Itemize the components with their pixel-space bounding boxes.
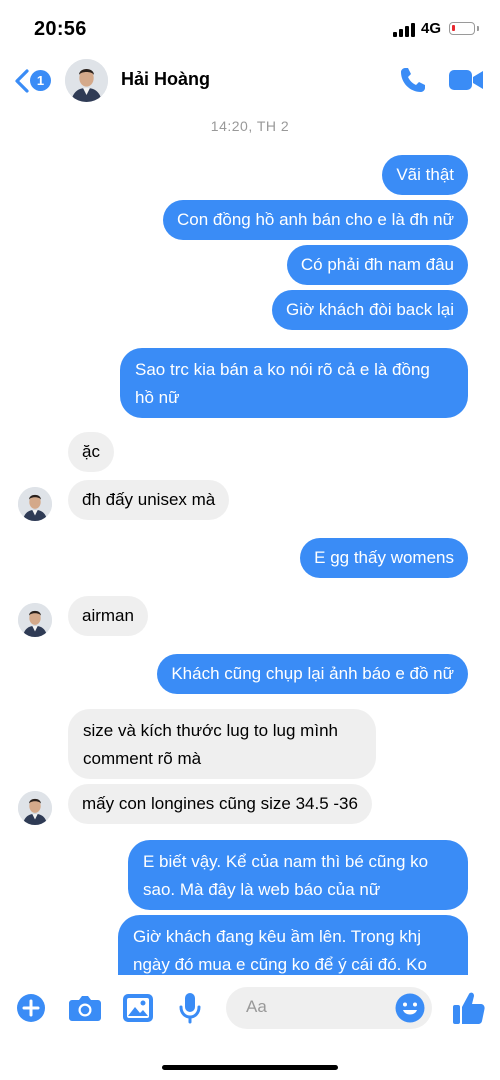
chat-header: 1 Hải Hoàng <box>0 56 500 108</box>
message-outgoing[interactable]: Sao trc kia bán a ko nói rõ cả e là đồng… <box>120 348 468 418</box>
contact-name[interactable]: Hải Hoàng <box>121 69 210 90</box>
message-incoming[interactable]: ặc <box>68 432 114 472</box>
message-outgoing[interactable]: Khách cũng chụp lại ảnh báo e đồ nữ <box>157 654 468 694</box>
contact-avatar-small[interactable] <box>18 487 52 521</box>
microphone-icon[interactable] <box>178 991 202 1025</box>
message-incoming[interactable]: đh đấy unisex mà <box>68 480 230 520</box>
image-icon[interactable] <box>122 993 154 1023</box>
thumbs-up-icon[interactable] <box>452 990 486 1026</box>
message-input-container[interactable] <box>226 987 432 1029</box>
conversation-timestamp: 14:20, TH 2 <box>210 118 290 134</box>
message-incoming[interactable]: mấy con longines cũng size 34.5 -36 <box>68 784 372 824</box>
battery-tip <box>477 26 479 31</box>
status-time: 20:56 <box>34 18 87 40</box>
video-camera-icon[interactable] <box>448 67 484 93</box>
message-incoming[interactable]: airman <box>68 596 148 636</box>
contact-avatar-small[interactable] <box>18 603 52 637</box>
camera-icon[interactable] <box>68 993 102 1023</box>
unread-count-badge[interactable]: 1 <box>30 70 51 91</box>
battery-icon <box>449 22 475 35</box>
status-bar: 20:56 4G <box>0 0 500 56</box>
plus-icon[interactable] <box>16 993 46 1023</box>
phone-icon[interactable] <box>398 65 428 95</box>
message-input[interactable] <box>246 997 386 1017</box>
home-indicator <box>162 1065 338 1070</box>
contact-avatar-small[interactable] <box>18 791 52 825</box>
message-outgoing[interactable]: E biết vậy. Kể của nam thì bé cũng ko sa… <box>128 840 468 910</box>
network-type: 4G <box>421 20 442 37</box>
message-outgoing[interactable]: E gg thấy womens <box>300 538 468 578</box>
contact-avatar[interactable] <box>65 59 108 102</box>
message-incoming[interactable]: size và kích thước lug to lug mình comme… <box>68 709 376 779</box>
cellular-signal-icon <box>393 23 419 37</box>
message-outgoing[interactable]: Con đồng hồ anh bán cho e là đh nữ <box>163 200 468 240</box>
message-outgoing[interactable]: Vãi thật <box>382 155 468 195</box>
message-composer <box>0 975 500 1043</box>
message-outgoing[interactable]: Giờ khách đòi back lại <box>271 290 468 330</box>
back-chevron-icon[interactable] <box>12 68 32 94</box>
message-outgoing[interactable]: Có phải đh nam đâu <box>286 245 468 285</box>
emoji-icon[interactable] <box>394 992 426 1024</box>
